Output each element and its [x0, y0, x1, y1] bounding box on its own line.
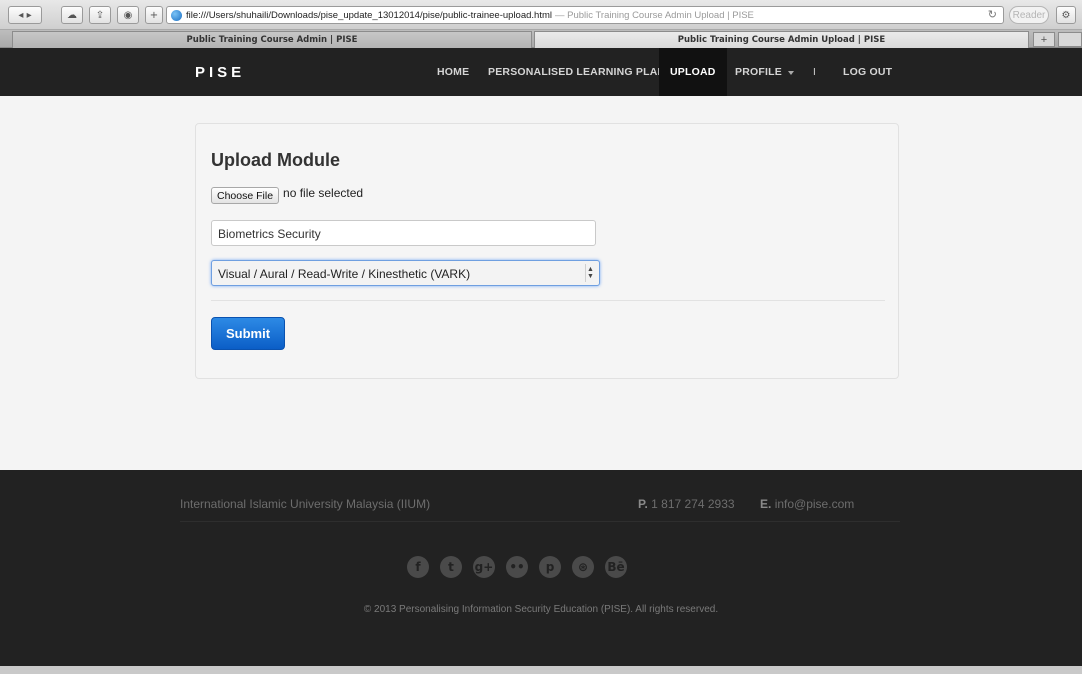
footer-phone-number: 1 817 274 2933: [651, 497, 735, 511]
footer-email-address[interactable]: info@pise.com: [775, 497, 855, 511]
tab-bar: Public Training Course Admin | PISE Publ…: [0, 30, 1082, 48]
reader-button[interactable]: Reader: [1009, 6, 1049, 24]
tab-admin-upload[interactable]: Public Training Course Admin Upload | PI…: [534, 31, 1029, 48]
select-arrows-icon: ▲ ▼: [585, 264, 595, 282]
nav-personalised-learning-plan[interactable]: PERSONALISED LEARNING PLAN: [488, 48, 665, 96]
module-name-input[interactable]: Biometrics Security: [211, 220, 596, 246]
twitter-icon[interactable]: t: [440, 556, 462, 578]
footer-email: E. info@pise.com: [760, 497, 854, 511]
new-tab-button[interactable]: +: [1033, 32, 1055, 47]
nav-upload[interactable]: UPLOAD: [659, 48, 727, 96]
globe-icon: [171, 9, 182, 21]
upload-form-card: Upload Module Choose File no file select…: [195, 123, 899, 379]
social-links: f t g+ •• p ⊛ Bē: [407, 556, 638, 578]
form-title: Upload Module: [211, 150, 340, 170]
file-status: no file selected: [283, 185, 364, 200]
site-footer: International Islamic University Malaysi…: [0, 470, 1082, 666]
nav-profile-label: PROFILE: [735, 66, 782, 78]
footer-org: International Islamic University Malaysi…: [180, 497, 431, 511]
footer-divider: [180, 521, 900, 522]
share-button[interactable]: ⇪: [89, 6, 111, 24]
nav-log-out[interactable]: LOG OUT: [843, 48, 892, 96]
learning-style-selected: Visual / Aural / Read-Write / Kinestheti…: [218, 267, 471, 281]
facebook-icon[interactable]: f: [407, 556, 429, 578]
main-content: Upload Module Choose File no file select…: [0, 96, 1082, 470]
flickr-icon[interactable]: ••: [506, 556, 528, 578]
submit-button[interactable]: Submit: [211, 317, 285, 350]
pinterest-icon[interactable]: p: [539, 556, 561, 578]
stop-button[interactable]: ◉: [117, 6, 139, 24]
google-plus-icon[interactable]: g+: [473, 556, 495, 578]
reload-icon[interactable]: ↻: [988, 7, 997, 23]
tab-admin-label: Public Training Course Admin | PISE: [186, 35, 358, 45]
form-divider: [211, 300, 885, 301]
footer-phone: P. 1 817 274 2933: [638, 497, 735, 511]
footer-email-label: E.: [760, 497, 772, 511]
add-bookmark-button[interactable]: +: [145, 6, 163, 24]
back-forward-button[interactable]: ◂ ▸: [8, 6, 42, 24]
learning-style-select[interactable]: Visual / Aural / Read-Write / Kinestheti…: [211, 260, 600, 286]
choose-file-button[interactable]: Choose File: [211, 187, 280, 204]
url-path: file:///Users/shuhaili/Downloads/pise_up…: [186, 9, 552, 21]
tab-admin[interactable]: Public Training Course Admin | PISE: [12, 31, 532, 48]
caret-down-icon: [787, 70, 794, 75]
tab-overview-button[interactable]: [1058, 32, 1082, 47]
nav-profile[interactable]: PROFILE: [735, 48, 794, 96]
footer-copyright: © 2013 Personalising Information Securit…: [363, 604, 719, 615]
tab-admin-upload-label: Public Training Course Admin Upload | PI…: [677, 35, 886, 45]
dribbble-icon[interactable]: ⊛: [572, 556, 594, 578]
nav-separator: I: [813, 66, 816, 78]
brand-logo[interactable]: PISE: [195, 64, 245, 81]
window-bottom-bar: [0, 666, 1082, 674]
site-navbar: PISE HOME PERSONALISED LEARNING PLAN UPL…: [0, 48, 1082, 96]
settings-button[interactable]: ⚙: [1056, 6, 1076, 24]
url-page-title: — Public Training Course Admin Upload | …: [554, 9, 754, 21]
footer-phone-label: P.: [638, 497, 648, 511]
behance-icon[interactable]: Bē: [605, 556, 627, 578]
nav-home[interactable]: HOME: [437, 48, 469, 96]
icloud-button[interactable]: ☁: [61, 6, 83, 24]
file-input: Choose File no file selected: [211, 185, 364, 204]
address-bar[interactable]: file:///Users/shuhaili/Downloads/pise_up…: [166, 6, 1004, 24]
browser-toolbar: ◂ ▸ ☁ ⇪ ◉ + file:///Users/shuhaili/Downl…: [0, 0, 1082, 30]
